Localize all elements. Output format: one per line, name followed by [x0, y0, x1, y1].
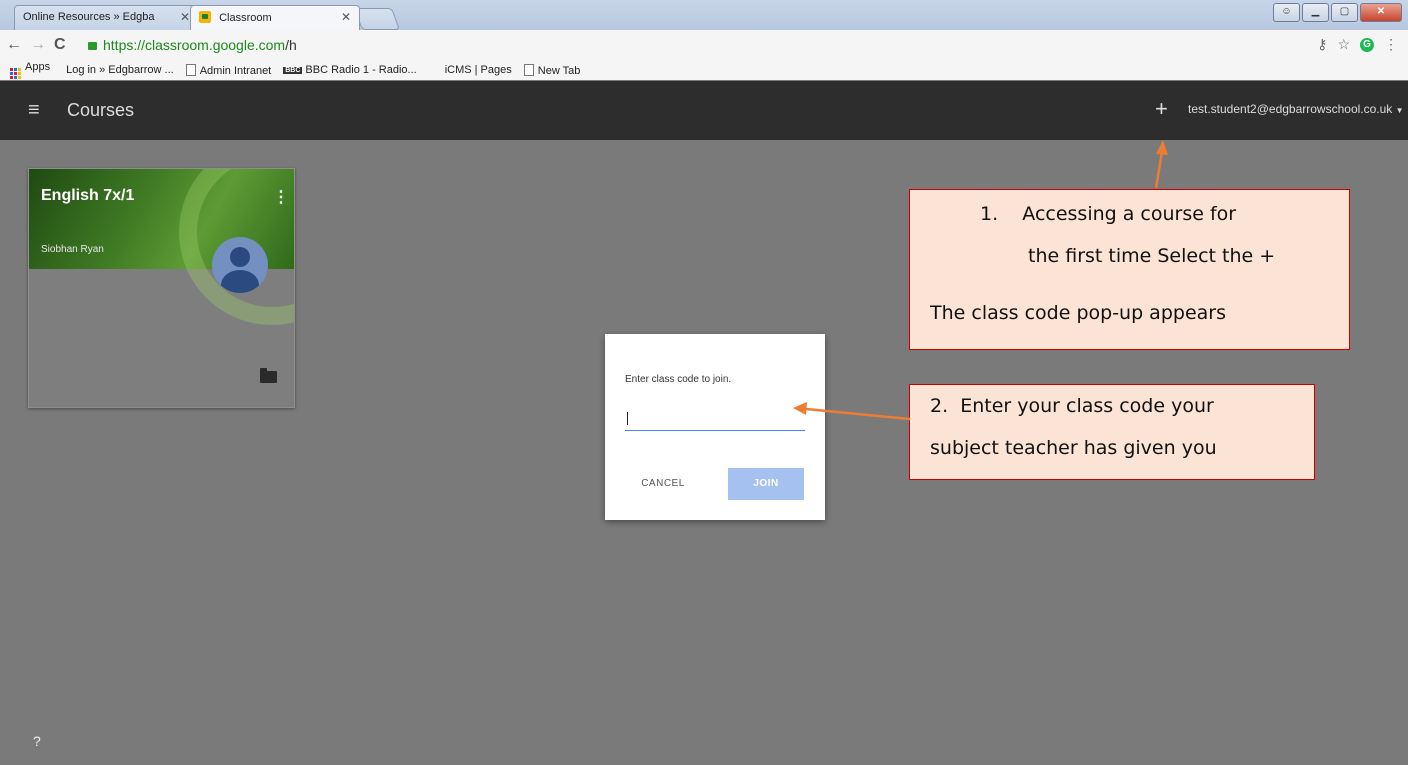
- extension-icon[interactable]: G: [1360, 37, 1374, 52]
- address-bar-actions: ⚷ ☆ G ⋮: [1317, 36, 1398, 53]
- course-teacher: Siobhan Ryan: [41, 244, 104, 255]
- reload-icon[interactable]: C: [54, 36, 66, 54]
- course-card[interactable]: English 7x/1 Siobhan Ryan ⋮: [28, 168, 295, 408]
- browser-tab-classroom[interactable]: Classroom ✕: [190, 5, 360, 30]
- instruction-callout-step1: 1. Accessing a course for the first time…: [909, 189, 1350, 350]
- address-bar-row: ← → C https://classroom.google.com/h ⚷ ☆…: [0, 30, 1408, 61]
- caret-down-icon: ▼: [1395, 106, 1404, 115]
- lock-icon: [88, 42, 97, 50]
- cancel-button[interactable]: CANCEL: [631, 468, 695, 500]
- browser-tab-online-resources[interactable]: Online Resources » Edgba ✕: [14, 5, 199, 30]
- join-create-class-button[interactable]: +: [1155, 96, 1168, 122]
- user-profile-icon[interactable]: ☺: [1273, 3, 1300, 22]
- close-tab-icon[interactable]: ✕: [341, 10, 351, 24]
- bookmark-admin-intranet[interactable]: Admin Intranet: [185, 63, 271, 77]
- tab-title: Classroom: [219, 12, 272, 24]
- callout-text: 2. Enter your class code your: [930, 395, 1214, 417]
- new-tab-button[interactable]: [353, 8, 401, 30]
- menu-dots-icon[interactable]: ⋮: [1384, 36, 1398, 53]
- bbc-icon: BBC: [283, 67, 303, 74]
- callout-text: subject teacher has given you: [930, 437, 1217, 459]
- bookmark-apps[interactable]: Apps: [10, 61, 50, 79]
- bookmark-bbc-radio[interactable]: BBC BBC Radio 1 - Radio...: [283, 64, 417, 76]
- browser-tab-strip: Online Resources » Edgba ✕ Classroom ✕ ☺…: [0, 0, 1408, 30]
- star-bookmark-icon[interactable]: ☆: [1337, 36, 1350, 53]
- classroom-favicon-icon: [199, 11, 211, 23]
- join-button[interactable]: JOIN: [728, 468, 804, 500]
- bookmark-icms-pages[interactable]: iCMS | Pages: [445, 64, 512, 76]
- page-title: Courses: [67, 100, 135, 120]
- bookmarks-bar: Apps Log in » Edgbarrow ... Admin Intran…: [0, 60, 1408, 80]
- text-cursor: [627, 412, 628, 425]
- bookmark-new-tab[interactable]: New Tab: [523, 63, 580, 77]
- minimize-button[interactable]: ▁: [1302, 3, 1329, 22]
- join-class-dialog: Enter class code to join. CANCEL JOIN: [605, 334, 825, 520]
- dialog-prompt: Enter class code to join.: [625, 374, 732, 385]
- close-tab-icon[interactable]: ✕: [180, 10, 190, 24]
- hamburger-menu-icon[interactable]: ≡: [28, 99, 40, 122]
- close-window-button[interactable]: ✕: [1360, 3, 1402, 22]
- tab-title: Online Resources » Edgba: [23, 11, 155, 23]
- back-arrow-icon[interactable]: ←: [6, 36, 22, 54]
- url-secure-part: https://classroom.google.com: [103, 37, 286, 53]
- callout-text: The class code pop-up appears: [930, 302, 1226, 324]
- teacher-avatar: [212, 237, 268, 293]
- url-path-part: /h: [285, 37, 297, 53]
- folder-icon[interactable]: [260, 368, 277, 383]
- callout-text: 1. Accessing a course for: [980, 203, 1237, 225]
- page-icon: [523, 63, 534, 76]
- class-code-input[interactable]: [625, 408, 805, 431]
- course-title[interactable]: English 7x/1: [41, 187, 134, 205]
- page-icon: [185, 63, 196, 76]
- apps-grid-icon: [10, 68, 21, 79]
- callout-text: the first time Select the +: [1028, 245, 1276, 267]
- bookmark-login-edgbarrow[interactable]: Log in » Edgbarrow ...: [66, 64, 174, 76]
- account-menu[interactable]: test.student2@edgbarrowschool.co.uk ▼: [1188, 102, 1404, 116]
- key-icon[interactable]: ⚷: [1317, 36, 1327, 53]
- classroom-header: ≡ Courses + test.student2@edgbarrowschoo…: [0, 81, 1408, 140]
- arrow-to-plus: [1154, 140, 1168, 189]
- help-button[interactable]: ?: [33, 733, 41, 749]
- instruction-callout-step2: 2. Enter your class code your subject te…: [909, 384, 1315, 480]
- forward-arrow-icon[interactable]: →: [30, 36, 46, 54]
- maximize-button[interactable]: ▢: [1331, 3, 1358, 22]
- course-options-icon[interactable]: ⋮: [273, 187, 289, 207]
- url-field[interactable]: https://classroom.google.com/h: [88, 35, 1288, 55]
- window-controls: ☺ ▁ ▢ ✕: [1273, 3, 1402, 22]
